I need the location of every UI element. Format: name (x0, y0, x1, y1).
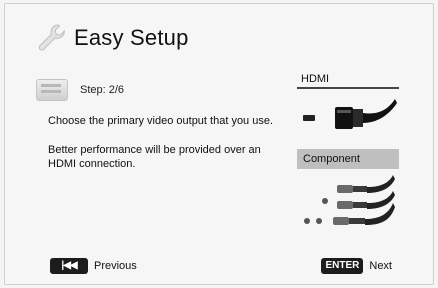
video-output-options: HDMI Component (297, 70, 399, 245)
option-component[interactable]: Component (297, 149, 399, 169)
step-icon (36, 79, 68, 101)
page-title: Easy Setup (74, 25, 189, 50)
wrench-icon (38, 24, 65, 51)
hdmi-cable-icon (303, 99, 397, 129)
previous-nav[interactable]: |◀◀ Previous (50, 258, 137, 274)
option-hdmi[interactable]: HDMI (297, 70, 399, 89)
previous-key-icon[interactable]: |◀◀ (50, 258, 88, 274)
performance-note: Better performance will be provided over… (48, 144, 261, 170)
component-cable-icon (304, 175, 395, 225)
previous-label: Previous (94, 260, 137, 272)
next-nav[interactable]: ENTER Next (321, 258, 392, 274)
next-label: Next (369, 260, 392, 272)
header: Easy Setup (36, 22, 189, 54)
step-counter: Step: 2/6 (80, 84, 125, 96)
step-indicator: Step: 2/6 (36, 79, 124, 101)
enter-key-icon[interactable]: ENTER (321, 258, 364, 274)
instruction-text: Choose the primary video output that you… (48, 115, 274, 127)
